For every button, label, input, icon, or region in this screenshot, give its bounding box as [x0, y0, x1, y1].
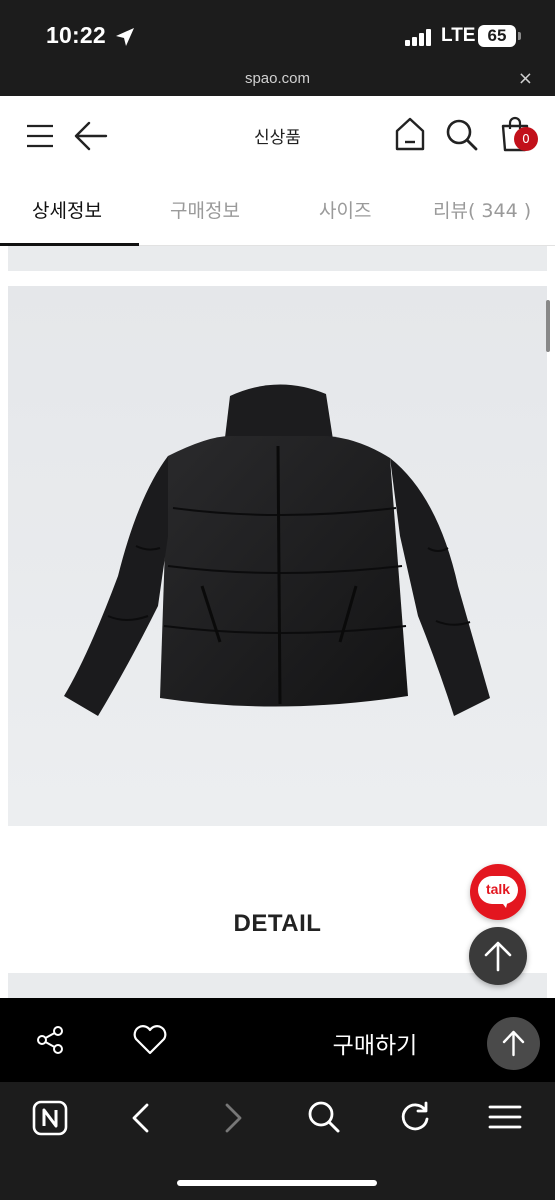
scroll-top-icon [502, 1030, 525, 1057]
buy-bar: 구매하기 [0, 998, 555, 1082]
battery-indicator: 65 [478, 25, 521, 47]
tab-purchase-info[interactable]: 구매정보 [170, 196, 240, 223]
tab-detail-info[interactable]: 상세정보 [32, 196, 102, 223]
status-time: 10:22 [46, 22, 106, 48]
home-icon[interactable] [394, 116, 426, 152]
previous-image-edge [8, 246, 547, 271]
talk-button[interactable]: talk [470, 864, 526, 920]
tab-size[interactable]: 사이즈 [319, 196, 371, 223]
tab-reviews[interactable]: 리뷰( 344 ) [433, 196, 531, 223]
buy-bar-scroll-top-button[interactable] [487, 1017, 540, 1070]
search-icon[interactable] [445, 118, 479, 152]
heart-icon[interactable] [132, 1024, 168, 1056]
scroll-top-button[interactable] [469, 927, 527, 985]
network-type: LTE [441, 25, 476, 46]
location-arrow-icon [116, 28, 134, 46]
search-icon[interactable] [307, 1100, 341, 1134]
naver-home-icon[interactable] [32, 1100, 68, 1136]
signal-icon [405, 28, 435, 46]
reload-icon[interactable] [398, 1100, 432, 1134]
url-text[interactable]: spao.com [0, 70, 555, 87]
detail-tabs: 상세정보 구매정보 사이즈 리뷰( 344 ) [0, 176, 555, 246]
cart-count-badge[interactable]: 0 [514, 127, 538, 151]
url-bar[interactable]: spao.com × [0, 62, 555, 96]
talk-icon: talk [478, 876, 518, 904]
status-bar: 10:22 LTE 65 [0, 0, 555, 62]
scrollbar[interactable] [546, 300, 550, 352]
close-icon[interactable]: × [518, 68, 533, 89]
menu-icon[interactable] [488, 1104, 522, 1130]
puffer-jacket-illustration [64, 384, 490, 716]
talk-bubble-tail [500, 900, 508, 908]
share-icon[interactable] [34, 1024, 66, 1056]
forward-icon [225, 1103, 242, 1133]
back-icon[interactable] [128, 1102, 154, 1134]
home-indicator[interactable] [177, 1180, 377, 1186]
next-image-edge [8, 973, 547, 998]
scroll-top-icon [484, 941, 512, 972]
product-image [8, 286, 547, 826]
site-header: 신상품 [0, 96, 555, 176]
buy-button[interactable]: 구매하기 [300, 1026, 450, 1060]
